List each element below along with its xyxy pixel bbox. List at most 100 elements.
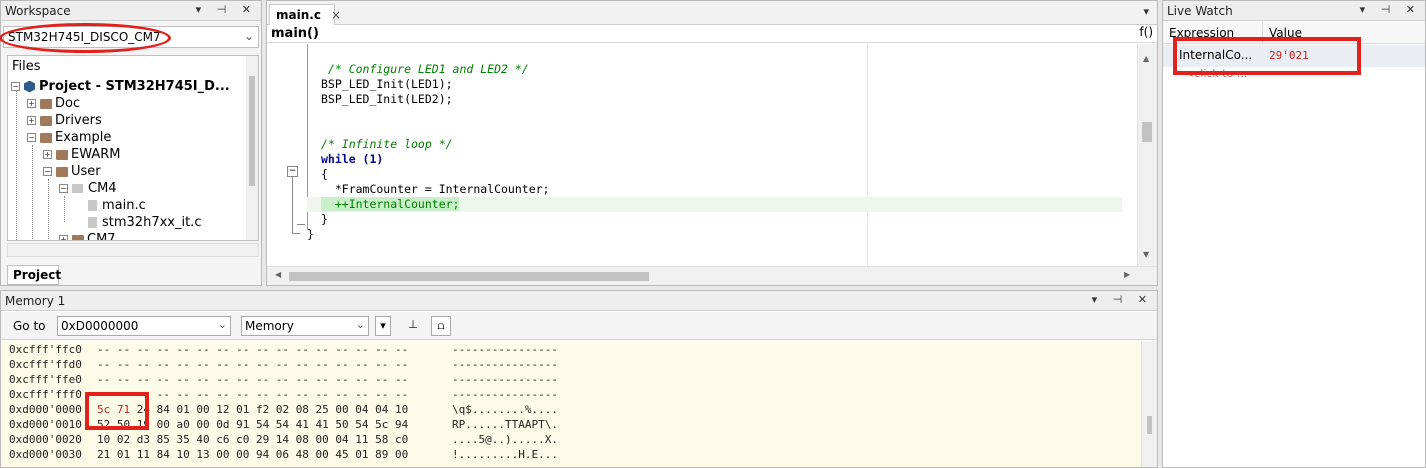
fold-line — [292, 177, 293, 233]
folder-icon — [56, 166, 68, 177]
memory-vscrollbar[interactable] — [1141, 341, 1157, 467]
group-icon — [72, 184, 83, 193]
chevron-down-icon[interactable]: ⌄ — [356, 318, 365, 331]
editor-hscrollbar-thumb[interactable] — [289, 272, 649, 281]
expand-icon[interactable]: + — [27, 116, 36, 125]
function-list-icon[interactable]: f() — [1139, 25, 1153, 39]
chevron-down-icon[interactable]: ⌄ — [218, 318, 227, 331]
memory-title: Memory 1 — [5, 294, 66, 308]
workspace-window-controls[interactable]: ▾ ⊣ ✕ — [196, 3, 257, 16]
memory-pane: Memory 1 ▾ ⊣ ✕ Go to 0xD0000000 ⌄ Memory… — [0, 290, 1158, 468]
memory-window-controls[interactable]: ▾ ⊣ ✕ — [1092, 293, 1153, 306]
tree-item-doc[interactable]: + Doc — [27, 95, 80, 112]
memory-row: 0xd000'0020 10 02 d3 85 35 40 c6 c0 29 14… — [9, 433, 558, 446]
tree-item-ewarm[interactable]: + EWARM — [43, 146, 121, 163]
highlight-ellipse — [0, 23, 171, 53]
tree-item-label: Doc — [55, 96, 81, 111]
live-watch-title: Live Watch — [1167, 4, 1233, 18]
tree-item-label: User — [71, 164, 101, 179]
memory-row: 0xd000'0030 21 01 11 84 10 13 00 00 94 06… — [9, 448, 558, 461]
tree-scrollbar[interactable] — [246, 56, 258, 240]
memory-zone-combo[interactable]: Memory ⌄ — [241, 316, 369, 336]
chevron-down-icon[interactable]: ⌄ — [244, 29, 254, 43]
folder-icon — [40, 98, 52, 109]
editor-vscrollbar[interactable]: ▲ ▼ — [1137, 44, 1157, 266]
live-watch-title-bar: Live Watch ▾ ⊣ ✕ — [1163, 1, 1425, 21]
function-navigator[interactable]: main() f() — [267, 25, 1157, 43]
editor-hscrollbar[interactable]: ◀ ▶ — [267, 266, 1157, 285]
tree-item-label: main.c — [102, 198, 146, 213]
live-watch-window-controls[interactable]: ▾ ⊣ ✕ — [1360, 3, 1421, 16]
editor-vscrollbar-thumb[interactable] — [1142, 122, 1152, 142]
tree-hscrollbar[interactable] — [7, 243, 259, 257]
expand-icon[interactable]: + — [43, 150, 52, 159]
code-line-current: ++InternalCounter; — [307, 197, 1122, 212]
tree-item-label: CM4 — [88, 181, 117, 196]
code-editor[interactable]: − /* Configure LED1 and LED2 */ BSP_LED_… — [267, 44, 1137, 266]
fold-end — [292, 233, 300, 234]
workspace-title-bar: Workspace ▾ ⊣ ✕ — [1, 1, 261, 21]
fold-toggle[interactable]: − — [287, 166, 298, 177]
display-format-dropdown[interactable]: ▾ — [375, 316, 391, 336]
editor-pane: main.c × ▾ main() f() − /* Configure LED1… — [266, 0, 1158, 286]
memory-row: 0xcfff'ffd0 -- -- -- -- -- -- -- -- -- --… — [9, 358, 558, 371]
scroll-right-icon[interactable]: ▶ — [1124, 270, 1130, 279]
folder-icon — [40, 115, 52, 126]
file-icon — [88, 200, 97, 211]
tree-item-drivers[interactable]: + Drivers — [27, 112, 102, 129]
collapse-icon[interactable]: − — [43, 167, 52, 176]
scroll-up-icon[interactable]: ▲ — [1143, 54, 1149, 63]
scroll-down-icon[interactable]: ▼ — [1143, 250, 1149, 259]
tree-item-example[interactable]: − Example — [27, 129, 111, 146]
code-line-9: *FramCounter = InternalCounter; — [321, 182, 550, 196]
code-line-2: BSP_LED_Init(LED1); — [321, 77, 453, 91]
file-icon — [88, 217, 97, 228]
close-icon[interactable]: × — [331, 8, 341, 22]
files-label: Files — [12, 59, 41, 74]
tree-item-main-c[interactable]: main.c — [88, 197, 146, 214]
tree-item-label: Project - STM32H745I_D... — [39, 79, 230, 94]
code-line-1: /* Configure LED1 and LED2 */ — [321, 62, 529, 76]
highlight-box — [85, 392, 149, 430]
folder-icon — [56, 149, 68, 160]
tab-label: main.c — [276, 8, 321, 22]
tree-item-stm32h7xx-it-c[interactable]: stm32h7xx_it.c — [88, 214, 201, 231]
code-line-7: while (1) — [321, 152, 384, 166]
tree-item-label: CM7 — [87, 232, 116, 241]
collapse-icon[interactable]: − — [59, 184, 68, 193]
fold-end-inner — [297, 224, 305, 225]
folder-icon — [40, 132, 52, 143]
tree-item-project[interactable]: − Project - STM32H745I_D... — [11, 78, 230, 95]
tab-main-c[interactable]: main.c × — [269, 4, 341, 25]
memory-fill-icon[interactable]: ⊥ — [403, 316, 423, 336]
collapse-icon[interactable]: − — [11, 82, 20, 91]
tree-item-label: Drivers — [55, 113, 102, 128]
file-tree: Files − Project - STM32H745I_D... + Doc … — [7, 55, 259, 241]
highlight-box — [1173, 37, 1361, 75]
tree-item-cm7[interactable]: + CM7 — [59, 231, 116, 241]
memory-vscrollbar-thumb[interactable] — [1147, 416, 1152, 434]
tree-item-cm4[interactable]: − CM4 — [59, 180, 117, 197]
memory-view[interactable]: 0xcfff'ffc0 -- -- -- -- -- -- -- -- -- --… — [1, 341, 1141, 467]
workspace-pane: Workspace ▾ ⊣ ✕ STM32H745I_DISCO_CM7 ⌄ F… — [0, 0, 262, 286]
tab-project[interactable]: Project — [7, 265, 61, 285]
expand-icon[interactable]: + — [27, 99, 36, 108]
expand-icon[interactable]: + — [59, 235, 68, 240]
tree-scrollbar-thumb[interactable] — [249, 76, 255, 186]
scroll-left-icon[interactable]: ◀ — [275, 270, 281, 279]
memory-live-update-icon[interactable]: ⩍ — [431, 316, 451, 336]
code-line-6: /* Infinite loop */ — [321, 137, 453, 151]
editor-tab-strip: main.c × ▾ — [267, 1, 1157, 25]
tree-item-user[interactable]: − User — [43, 163, 101, 180]
code-line-8: { — [321, 167, 328, 181]
workspace-title: Workspace — [5, 4, 71, 18]
right-margin-guide — [867, 44, 868, 266]
collapse-icon[interactable]: − — [27, 133, 36, 142]
code-line-12: } — [307, 227, 314, 241]
tree-item-label: EWARM — [71, 147, 121, 162]
goto-address-combo[interactable]: 0xD0000000 ⌄ — [57, 316, 231, 336]
tab-list-dropdown[interactable]: ▾ — [1143, 5, 1149, 18]
folder-icon — [72, 234, 84, 240]
memory-row: 0xcfff'ffc0 -- -- -- -- -- -- -- -- -- --… — [9, 343, 558, 356]
code-line-11: } — [321, 212, 328, 226]
